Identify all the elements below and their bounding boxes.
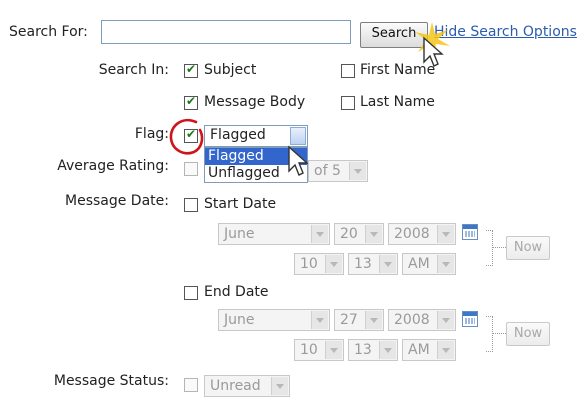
- chevron-down-icon: [271, 377, 288, 395]
- start-day-select[interactable]: 20: [334, 223, 384, 245]
- flag-select[interactable]: Flagged: [204, 125, 308, 147]
- subject-checkbox[interactable]: [184, 62, 198, 78]
- end-minute-select[interactable]: 13: [348, 339, 398, 361]
- end-minute-value: 13: [354, 342, 372, 358]
- start-year-select[interactable]: 2008: [388, 223, 456, 245]
- start-now-button[interactable]: Now: [506, 236, 550, 260]
- bracket-connector: [486, 230, 493, 266]
- chevron-down-icon: [379, 341, 396, 359]
- chevron-down-icon: [365, 225, 382, 243]
- message-body-checkbox[interactable]: [184, 94, 198, 110]
- message-status-select[interactable]: Unread: [204, 375, 290, 397]
- first-name-label: First Name: [360, 62, 436, 78]
- start-month-select[interactable]: June: [218, 223, 330, 245]
- flag-select-value: Flagged: [210, 127, 266, 143]
- end-day-select[interactable]: 27: [334, 309, 384, 331]
- message-body-label: Message Body: [204, 94, 306, 110]
- chevron-down-icon: [437, 225, 454, 243]
- start-date-checkbox[interactable]: [184, 198, 198, 212]
- end-month-value: June: [224, 312, 255, 328]
- chevron-down-icon: [379, 255, 396, 273]
- chevron-down-icon: [311, 225, 328, 243]
- average-rating-checkbox[interactable]: [184, 162, 198, 176]
- chevron-down-icon: [325, 341, 342, 359]
- search-input[interactable]: [101, 20, 351, 44]
- end-ampm-select[interactable]: AM: [402, 339, 456, 361]
- start-hour-value: 10: [300, 256, 318, 272]
- start-day-value: 20: [340, 226, 358, 242]
- chevron-down-icon: [437, 341, 454, 359]
- rating-select[interactable]: of 5: [308, 160, 368, 182]
- end-date-checkbox[interactable]: [184, 286, 198, 300]
- end-hour-select[interactable]: 10: [294, 339, 344, 361]
- chevron-down-icon: [311, 311, 328, 329]
- flag-label: Flag:: [134, 126, 169, 142]
- last-name-checkbox[interactable]: [341, 96, 355, 110]
- start-ampm-select[interactable]: AM: [402, 253, 456, 275]
- subject-label: Subject: [204, 62, 257, 78]
- bracket-connector-line: [492, 333, 506, 334]
- last-name-label: Last Name: [360, 94, 435, 110]
- hide-search-options-link[interactable]: Hide Search Options: [434, 24, 577, 40]
- bracket-connector: [486, 316, 493, 352]
- end-year-select[interactable]: 2008: [388, 309, 456, 331]
- chevron-down-icon: [325, 255, 342, 273]
- chevron-down-icon: [437, 311, 454, 329]
- chevron-down-icon: [349, 162, 366, 180]
- rating-suffix: of 5: [314, 163, 341, 179]
- end-month-select[interactable]: June: [218, 309, 330, 331]
- search-for-label: Search For:: [9, 24, 88, 40]
- start-month-value: June: [224, 226, 255, 242]
- mouse-cursor-icon: [288, 145, 309, 176]
- search-in-label: Search In:: [98, 62, 169, 78]
- chevron-down-icon: [437, 255, 454, 273]
- first-name-checkbox[interactable]: [341, 64, 355, 78]
- end-now-button[interactable]: Now: [506, 322, 550, 346]
- message-date-label: Message Date:: [65, 193, 169, 209]
- start-year-value: 2008: [394, 226, 430, 242]
- calendar-icon[interactable]: [462, 224, 478, 240]
- end-day-value: 27: [340, 312, 358, 328]
- average-rating-label: Average Rating:: [57, 158, 169, 174]
- start-hour-select[interactable]: 10: [294, 253, 344, 275]
- calendar-icon[interactable]: [462, 311, 478, 327]
- start-date-label: Start Date: [204, 196, 277, 212]
- start-minute-value: 13: [354, 256, 372, 272]
- message-status-label: Message Status:: [53, 373, 169, 389]
- message-status-checkbox[interactable]: [184, 378, 198, 392]
- end-date-label: End Date: [204, 284, 269, 300]
- end-year-value: 2008: [394, 312, 430, 328]
- end-ampm-value: AM: [408, 342, 430, 358]
- end-hour-value: 10: [300, 342, 318, 358]
- chevron-down-icon: [365, 311, 382, 329]
- start-ampm-value: AM: [408, 256, 430, 272]
- message-status-value: Unread: [210, 378, 261, 394]
- start-minute-select[interactable]: 13: [348, 253, 398, 275]
- chevron-down-icon: [290, 127, 306, 145]
- bracket-connector-line: [492, 247, 506, 248]
